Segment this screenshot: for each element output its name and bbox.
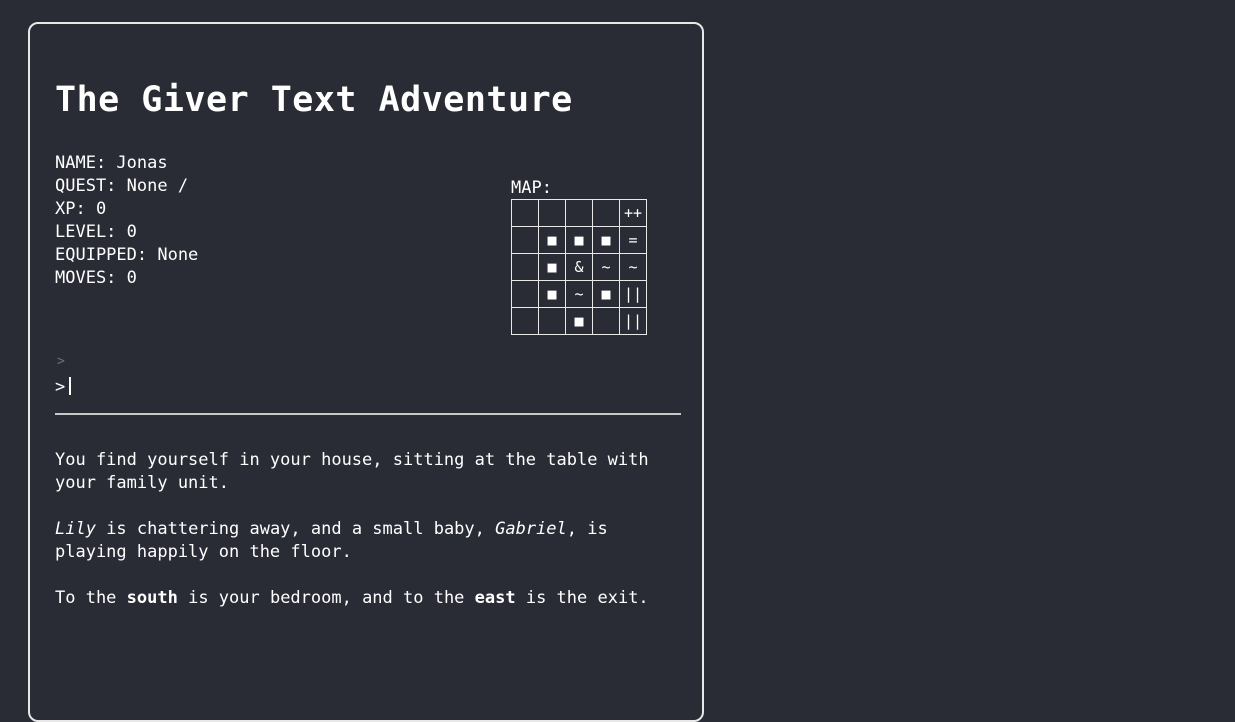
stat-quest: QUEST: None /: [55, 176, 189, 196]
story-paragraph: You find yourself in your house, sitting…: [55, 450, 649, 493]
map-grid: ++ ■ ■ ■ = ■ & ~ ~ ■ ~ ■ || ■ ||: [511, 199, 647, 335]
map-row: ++: [511, 199, 647, 227]
story-text: You find yourself in your house, sitting…: [55, 449, 665, 633]
text-cursor: [69, 377, 72, 395]
map-cell: [511, 307, 539, 335]
character-name: Lily: [55, 519, 96, 539]
map-cell: [592, 199, 620, 227]
map-cell: ■: [565, 307, 593, 335]
stat-moves: MOVES: 0: [55, 268, 137, 288]
map-row: ■ ■ ■ =: [511, 226, 647, 254]
map-cell: ■: [538, 226, 566, 254]
direction-keyword: south: [126, 588, 178, 608]
prompt-history: >: [57, 354, 65, 369]
map-cell: [565, 199, 593, 227]
map-cell: ■: [538, 253, 566, 281]
map-cell: ++: [619, 199, 647, 227]
map-cell: [511, 280, 539, 308]
stat-xp: XP: 0: [55, 199, 107, 219]
map-cell: ~: [565, 280, 593, 308]
map-cell: ~: [619, 253, 647, 281]
stat-name: NAME: Jonas: [55, 153, 168, 173]
map-cell: ||: [619, 307, 647, 335]
map-cell: [511, 199, 539, 227]
map-cell: &: [565, 253, 593, 281]
map-cell: [592, 307, 620, 335]
map-cell: [511, 226, 539, 254]
stat-level: LEVEL: 0: [55, 222, 137, 242]
map-cell: ■: [538, 280, 566, 308]
game-panel: The Giver Text Adventure NAME: Jonas QUE…: [28, 22, 704, 722]
prompt-symbol: >: [55, 377, 66, 397]
map-cell: ~: [592, 253, 620, 281]
stat-equipped: EQUIPPED: None: [55, 245, 199, 265]
map-row: ■ ||: [511, 307, 647, 335]
story-paragraph: Lily is chattering away, and a small bab…: [55, 519, 608, 562]
map-row: ■ & ~ ~: [511, 253, 647, 281]
game-title: The Giver Text Adventure: [55, 80, 573, 120]
map-cell: ■: [592, 280, 620, 308]
divider: [55, 413, 681, 415]
story-paragraph: To the south is your bedroom, and to the…: [55, 588, 649, 608]
command-input[interactable]: >: [55, 376, 675, 399]
map-cell: [538, 199, 566, 227]
map-cell: [538, 307, 566, 335]
map-cell: =: [619, 226, 647, 254]
character-name: Gabriel: [495, 519, 567, 539]
map-cell: ■: [592, 226, 620, 254]
map-cell: [511, 253, 539, 281]
direction-keyword: east: [474, 588, 516, 608]
map-label: MAP:: [511, 178, 552, 198]
map-cell: ||: [619, 280, 647, 308]
map-row: ■ ~ ■ ||: [511, 280, 647, 308]
map-cell: ■: [565, 226, 593, 254]
player-stats: NAME: Jonas QUEST: None / XP: 0 LEVEL: 0…: [55, 152, 198, 290]
